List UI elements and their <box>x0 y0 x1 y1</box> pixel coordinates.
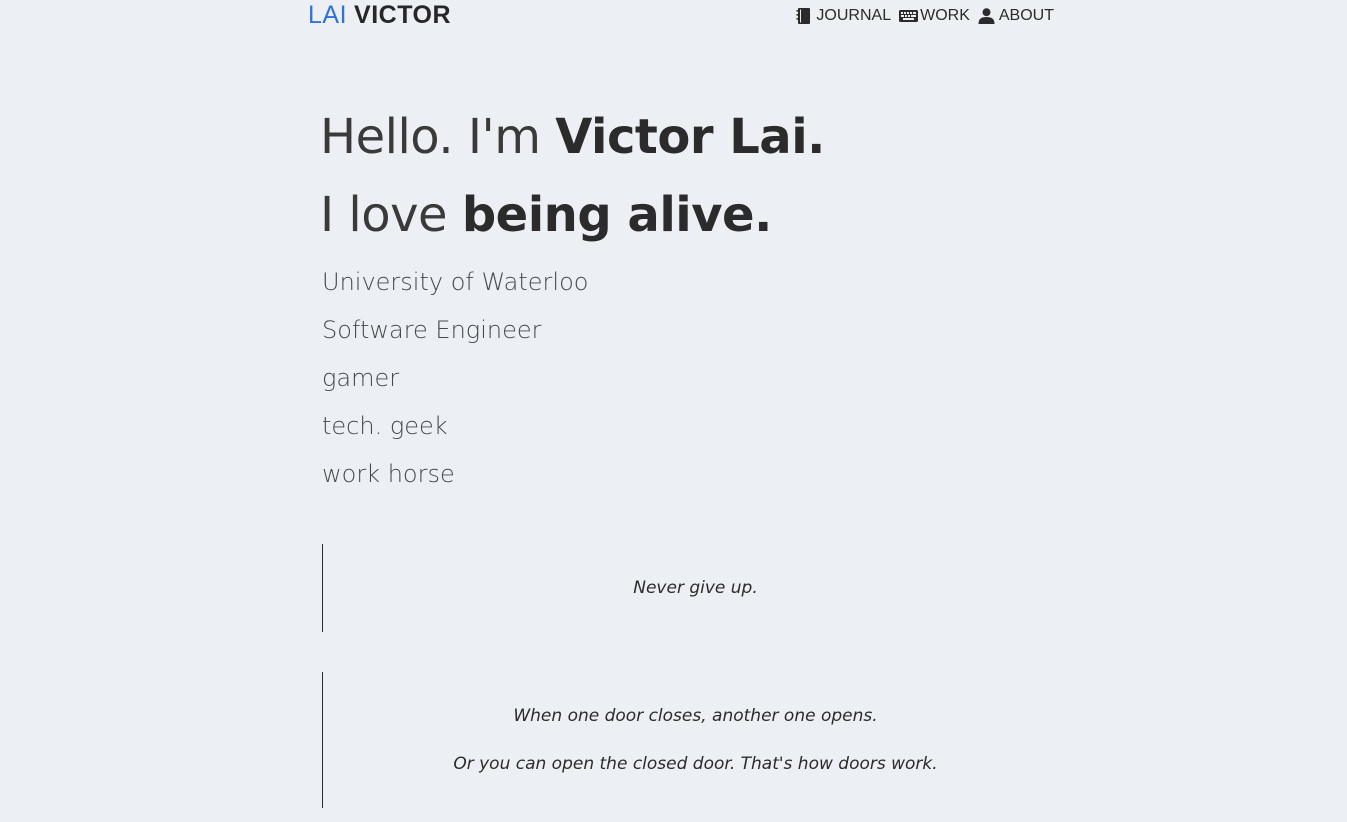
trait-item: Software Engineer <box>322 316 542 344</box>
hero-name: Victor Lai. <box>555 109 825 165</box>
quote-line: Never give up. <box>633 578 758 598</box>
hero-greeting: Hello. I'm Victor Lai. <box>320 106 825 168</box>
nav-item-work[interactable]: WORK <box>899 6 970 26</box>
quote-block: Never give up. <box>322 544 1068 632</box>
trait-item: University of Waterloo <box>322 268 589 296</box>
keyboard-icon <box>899 8 919 24</box>
nav-item-journal[interactable]: JOURNAL <box>795 6 891 26</box>
nav-label-journal: JOURNAL <box>816 7 892 24</box>
site-logo[interactable]: LAI VICTOR <box>308 1 451 29</box>
quote-line: Or you can open the closed door. That's … <box>453 754 938 774</box>
hero-greeting-prefix: Hello. I'm <box>320 109 556 165</box>
hero-tagline: I love being alive. <box>320 184 825 246</box>
trait-item: gamer <box>322 364 400 392</box>
nav-label-about: ABOUT <box>998 7 1054 24</box>
main-nav: JOURNAL WORK ABOUT <box>795 6 1054 26</box>
user-icon <box>978 8 995 24</box>
hero-section: Hello. I'm Victor Lai. I love being aliv… <box>320 106 825 262</box>
site-header: LAI VICTOR JOURNAL WORK ABOUT <box>308 0 1054 32</box>
hero-tagline-prefix: I love <box>320 187 462 243</box>
nav-label-work: WORK <box>920 7 970 24</box>
journal-icon <box>795 8 812 24</box>
trait-item: work horse <box>322 460 455 488</box>
logo-first-name: LAI <box>308 1 348 29</box>
traits-list: University of Waterloo Software Engineer… <box>322 258 588 498</box>
quote-block: When one door closes, another one opens.… <box>322 672 1068 808</box>
hero-tagline-emphasis: being alive. <box>461 187 772 243</box>
quote-line: When one door closes, another one opens. <box>513 706 878 726</box>
nav-item-about[interactable]: ABOUT <box>978 6 1054 26</box>
logo-last-name: VICTOR <box>354 1 452 29</box>
trait-item: tech. geek <box>322 412 448 440</box>
